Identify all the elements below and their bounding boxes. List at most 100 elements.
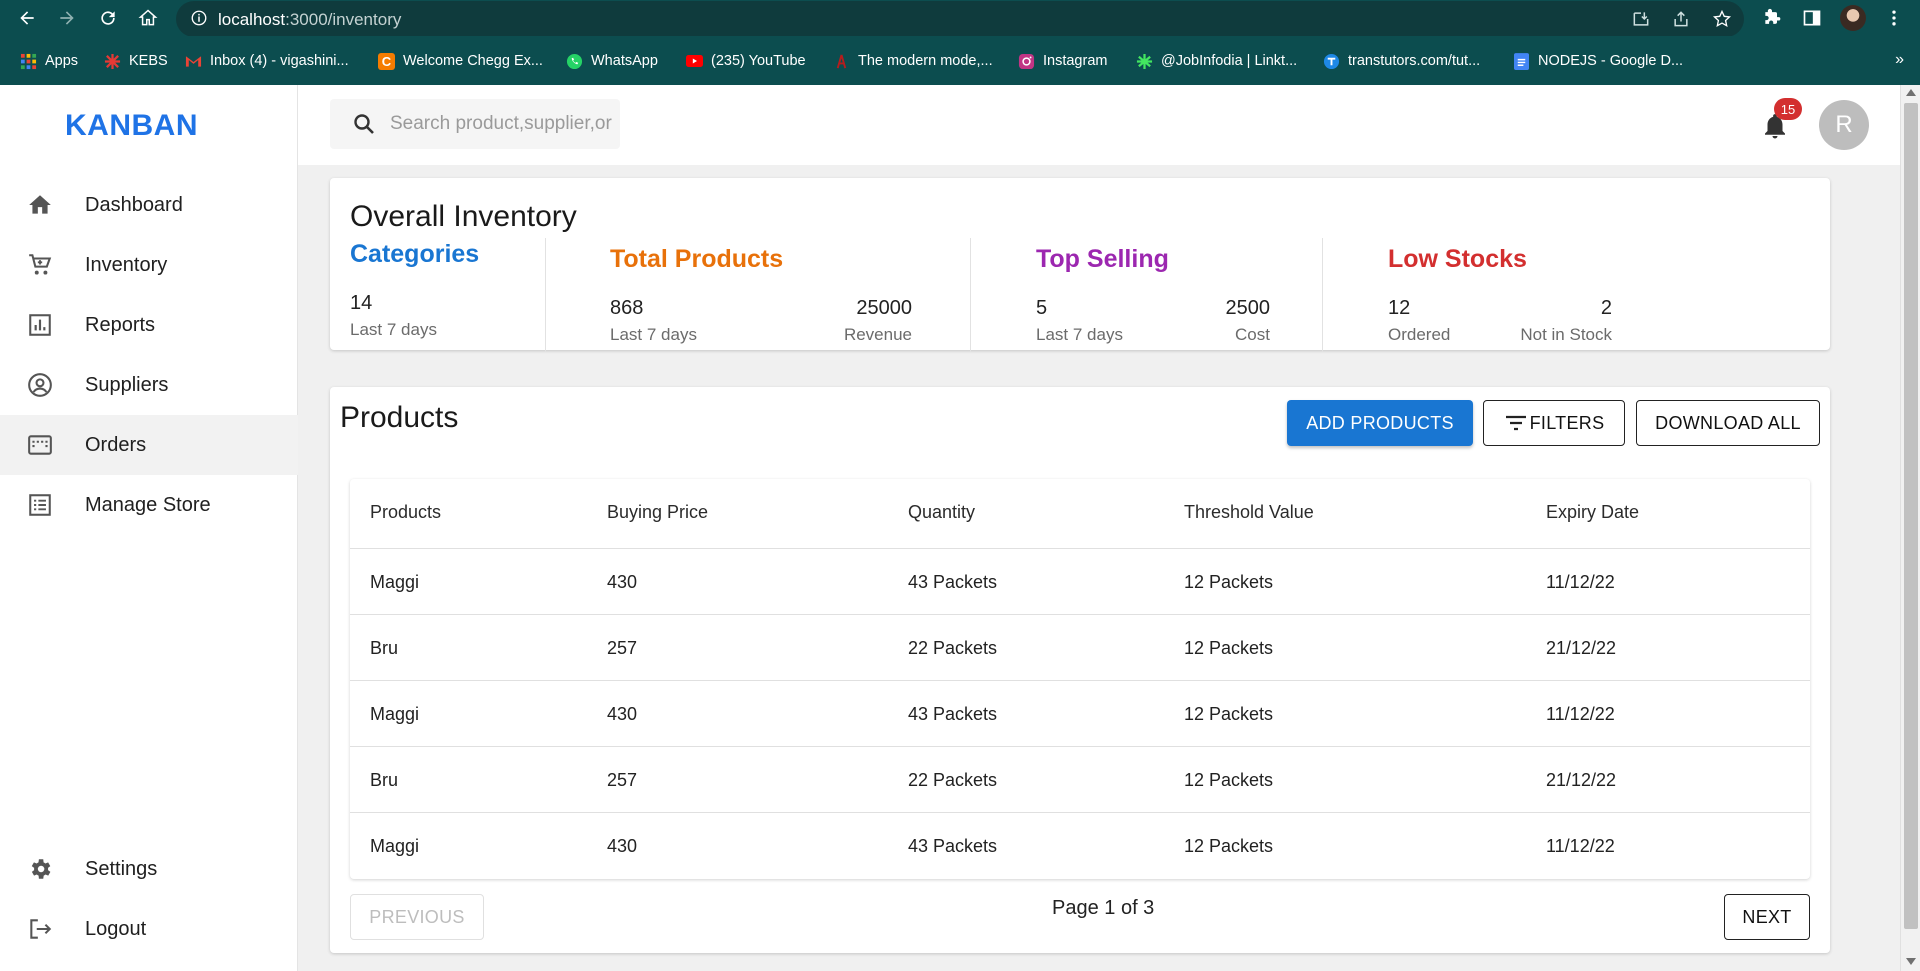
address-bar[interactable]: localhost:3000/inventory — [176, 1, 1744, 37]
forward-icon[interactable] — [55, 6, 79, 30]
bookmark-apps[interactable]: Apps — [20, 51, 78, 71]
low-stocks-heading: Low Stocks — [1388, 245, 1527, 273]
products-table: Products Buying Price Quantity Threshold… — [350, 479, 1810, 879]
bookmarks-bar: Apps KEBS Inbox (4) - vigashini... C Wel… — [0, 36, 1920, 85]
sidebar-item-orders[interactable]: Orders — [0, 415, 298, 475]
cell-buying-price: 430 — [607, 572, 638, 592]
column-header-expiry-date[interactable]: Expiry Date — [1546, 502, 1639, 523]
search-icon — [354, 114, 374, 134]
filters-button[interactable]: FILTERS — [1483, 400, 1625, 446]
stat-divider — [1322, 238, 1323, 352]
bookmark-linktree[interactable]: @JobInfodia | Linkt... — [1136, 51, 1297, 71]
top-selling-heading: Top Selling — [1036, 245, 1169, 273]
bookmark-star-icon[interactable] — [1712, 9, 1732, 29]
cell-quantity: 22 Packets — [908, 638, 998, 658]
next-page-button[interactable]: NEXT — [1724, 894, 1810, 940]
url-path: :3000/inventory — [285, 10, 402, 29]
previous-page-button[interactable]: PREVIOUS — [350, 894, 484, 940]
table-row[interactable]: Maggi 430 43 Packets 12 Packets 11/12/22 — [350, 813, 1810, 879]
side-panel-icon[interactable] — [1802, 8, 1822, 28]
cell-quantity: 43 Packets — [908, 836, 998, 856]
sidebar-item-logout[interactable]: Logout — [0, 899, 298, 959]
categories-heading: Categories — [350, 240, 480, 268]
bookmark-whatsapp[interactable]: WhatsApp — [566, 51, 658, 71]
bookmark-label: transtutors.com/tut... — [1348, 53, 1481, 69]
notification-count-badge: 15 — [1774, 98, 1802, 120]
search-input[interactable] — [390, 109, 612, 139]
sidebar-item-label: Orders — [85, 433, 147, 456]
not-in-stock-value: 2 — [1600, 297, 1612, 319]
user-avatar[interactable]: R — [1819, 100, 1869, 150]
column-header-products[interactable]: Products — [370, 502, 441, 523]
revenue-value: 25000 — [856, 297, 912, 319]
bookmark-youtube[interactable]: (235) YouTube — [686, 51, 806, 71]
bookmark-kebs[interactable]: KEBS — [104, 51, 168, 71]
site-info-icon[interactable] — [190, 9, 208, 32]
not-in-stock-sub: Not in Stock — [1520, 325, 1612, 344]
bookmark-transtutors[interactable]: transtutors.com/tut... — [1323, 51, 1480, 71]
table-row[interactable]: Bru 257 22 Packets 12 Packets 21/12/22 — [350, 747, 1810, 813]
table-row[interactable]: Maggi 430 43 Packets 12 Packets 11/12/22 — [350, 549, 1810, 615]
page-scrollbar[interactable] — [1900, 85, 1920, 971]
sidebar-item-manage-store[interactable]: Manage Store — [0, 475, 298, 535]
sidebar-item-reports[interactable]: Reports — [0, 295, 298, 355]
app-root: KANBAN Dashboard Inventory Reports Suppl… — [0, 85, 1920, 971]
cell-product: Maggi — [370, 572, 420, 592]
whatsapp-icon — [566, 53, 583, 70]
table-row[interactable]: Maggi 430 43 Packets 12 Packets 11/12/22 — [350, 681, 1810, 747]
scroll-down-arrow-icon[interactable] — [1906, 958, 1916, 965]
cell-threshold: 12 Packets — [1184, 638, 1274, 658]
url-host: localhost — [218, 10, 286, 29]
sidebar-item-suppliers[interactable]: Suppliers — [0, 355, 298, 415]
table-row[interactable]: Bru 257 22 Packets 12 Packets 21/12/22 — [350, 615, 1810, 681]
cell-buying-price: 430 — [607, 836, 638, 856]
sidebar-item-settings[interactable]: Settings — [0, 839, 298, 899]
bookmark-chegg[interactable]: C Welcome Chegg Ex... — [378, 51, 543, 71]
sidebar-item-dashboard[interactable]: Dashboard — [0, 175, 298, 235]
bookmarks-overflow-icon[interactable]: » — [1895, 51, 1904, 69]
low-stocks-ordered-sub: Ordered — [1388, 325, 1451, 344]
bookmark-label: Welcome Chegg Ex... — [403, 53, 543, 69]
profile-avatar-icon[interactable] — [1840, 5, 1866, 31]
bookmark-label: The modern mode,... — [858, 53, 993, 69]
filters-label: FILTERS — [1529, 412, 1605, 433]
browser-toolbar: localhost:3000/inventory — [0, 0, 1920, 37]
cell-buying-price: 257 — [607, 638, 638, 658]
column-header-threshold-value[interactable]: Threshold Value — [1184, 502, 1314, 523]
gear-icon — [27, 856, 53, 882]
categories-value: 14 — [350, 292, 373, 314]
download-all-button[interactable]: DOWNLOAD ALL — [1636, 400, 1820, 446]
cell-product: Maggi — [370, 836, 420, 856]
bookmark-modern-mode[interactable]: The modern mode,... — [833, 51, 993, 71]
overall-inventory-card: Overall Inventory Categories 14 Last 7 d… — [330, 178, 1830, 352]
extensions-icon[interactable] — [1762, 8, 1782, 28]
filter-icon — [1505, 415, 1526, 431]
reload-icon[interactable] — [96, 6, 120, 30]
add-products-button[interactable]: ADD PRODUCTS — [1287, 400, 1473, 446]
bookmark-instagram[interactable]: Instagram — [1018, 51, 1107, 71]
cell-buying-price: 257 — [607, 770, 638, 790]
scroll-thumb[interactable] — [1904, 103, 1918, 929]
products-card: Products ADD PRODUCTS FILTERS DOWNLOAD A… — [330, 387, 1830, 953]
bookmark-gmail[interactable]: Inbox (4) - vigashini... — [185, 51, 349, 71]
google-docs-icon — [1513, 52, 1530, 70]
cell-expiry: 11/12/22 — [1546, 572, 1615, 592]
brand-logo[interactable]: KANBAN — [65, 109, 198, 143]
youtube-icon — [686, 53, 703, 70]
share-icon[interactable] — [1671, 9, 1691, 29]
column-header-quantity[interactable]: Quantity — [908, 502, 975, 523]
bookmark-label: Inbox (4) - vigashini... — [210, 53, 349, 69]
sidebar-item-inventory[interactable]: Inventory — [0, 235, 298, 295]
menu-kebab-icon[interactable] — [1884, 8, 1904, 28]
overall-inventory-title: Overall Inventory — [350, 200, 577, 233]
search-box[interactable] — [330, 99, 620, 149]
bookmark-nodejs-doc[interactable]: NODEJS - Google D... — [1513, 51, 1683, 71]
back-icon[interactable] — [15, 6, 39, 30]
kebs-icon — [104, 53, 121, 70]
home-page-icon[interactable] — [136, 6, 160, 30]
install-app-icon[interactable] — [1631, 9, 1651, 29]
scroll-up-arrow-icon[interactable] — [1906, 89, 1916, 96]
gmail-icon — [185, 53, 202, 70]
column-header-buying-price[interactable]: Buying Price — [607, 502, 708, 523]
list-icon — [27, 492, 53, 518]
